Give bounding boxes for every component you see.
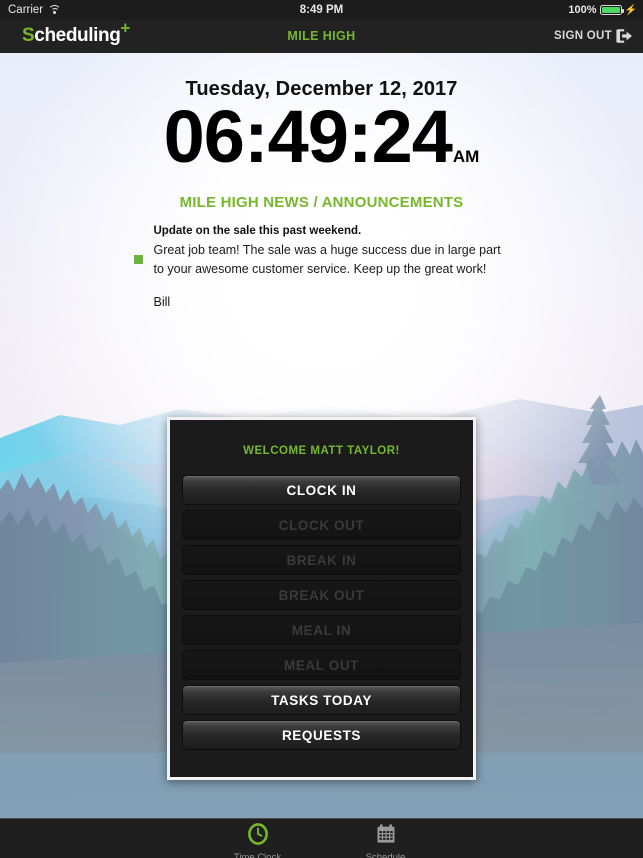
clock-action-buttons: CLOCK IN CLOCK OUT BREAK IN BREAK OUT MEAL I… [182,475,461,750]
clock-ampm: AM [452,147,480,166]
clock-button-clock-out: CLOCK OUT [182,510,461,540]
battery-full-icon [599,5,624,15]
sign-out-label: SIGN OUT [554,30,612,42]
clock-button-tasks-today[interactable]: TASKS TODAY [182,685,461,715]
clock-time-value: 06:49:24 [163,95,453,178]
status-bar-right: 100% ⚡ [568,4,637,16]
nav-bar: Scheduling+ MILE HIGH SIGN OUT [0,20,643,53]
tab-schedule-label: Schedule [365,852,406,858]
welcome-message: WELCOME MATT TAYLOR! [243,445,400,457]
clock-icon [246,822,270,851]
bullet-square-icon [133,255,143,265]
tab-time-clock[interactable]: Time Clock [214,822,302,858]
clock-button-break-in: BREAK IN [182,545,461,575]
status-bar: Carrier 8:49 PM 100% ⚡ [0,0,643,20]
tab-time-clock-label: Time Clock [233,852,282,858]
clock-button-clock-in[interactable]: CLOCK IN [182,475,461,505]
time-clock-modal: WELCOME MATT TAYLOR! CLOCK IN CLOCK OUT BR… [167,417,476,780]
clock-button-meal-in: MEAL IN [182,615,461,645]
clock-button-break-out: BREAK OUT [182,580,461,610]
sign-out-icon [616,28,633,44]
lightning-bolt-icon: ⚡ [624,4,637,16]
news-item-body: Great job team! The sale was a huge succ… [153,242,501,276]
news-heading: MILE HIGH NEWS / ANNOUNCEMENTS [179,194,464,212]
current-time: 06:49:24AM [0,100,643,174]
page-title: MILE HIGH [287,29,356,43]
news-item: Update on the sale this past weekend. Gr… [132,223,512,309]
news-item-title: Update on the sale this past weekend. [153,225,362,238]
clock-button-requests[interactable]: REQUESTS [182,720,461,750]
status-bar-time: 8:49 PM [299,4,344,16]
tab-bar: Time Clock Schedule [0,818,643,858]
clock-button-meal-out: MEAL OUT [182,650,461,680]
sign-out-button[interactable]: SIGN OUT [554,28,633,44]
calendar-icon [374,822,398,851]
news-item-signature: Bill [153,295,171,310]
tab-schedule[interactable]: Schedule [342,822,430,858]
battery-percent-label: 100% [568,4,597,16]
